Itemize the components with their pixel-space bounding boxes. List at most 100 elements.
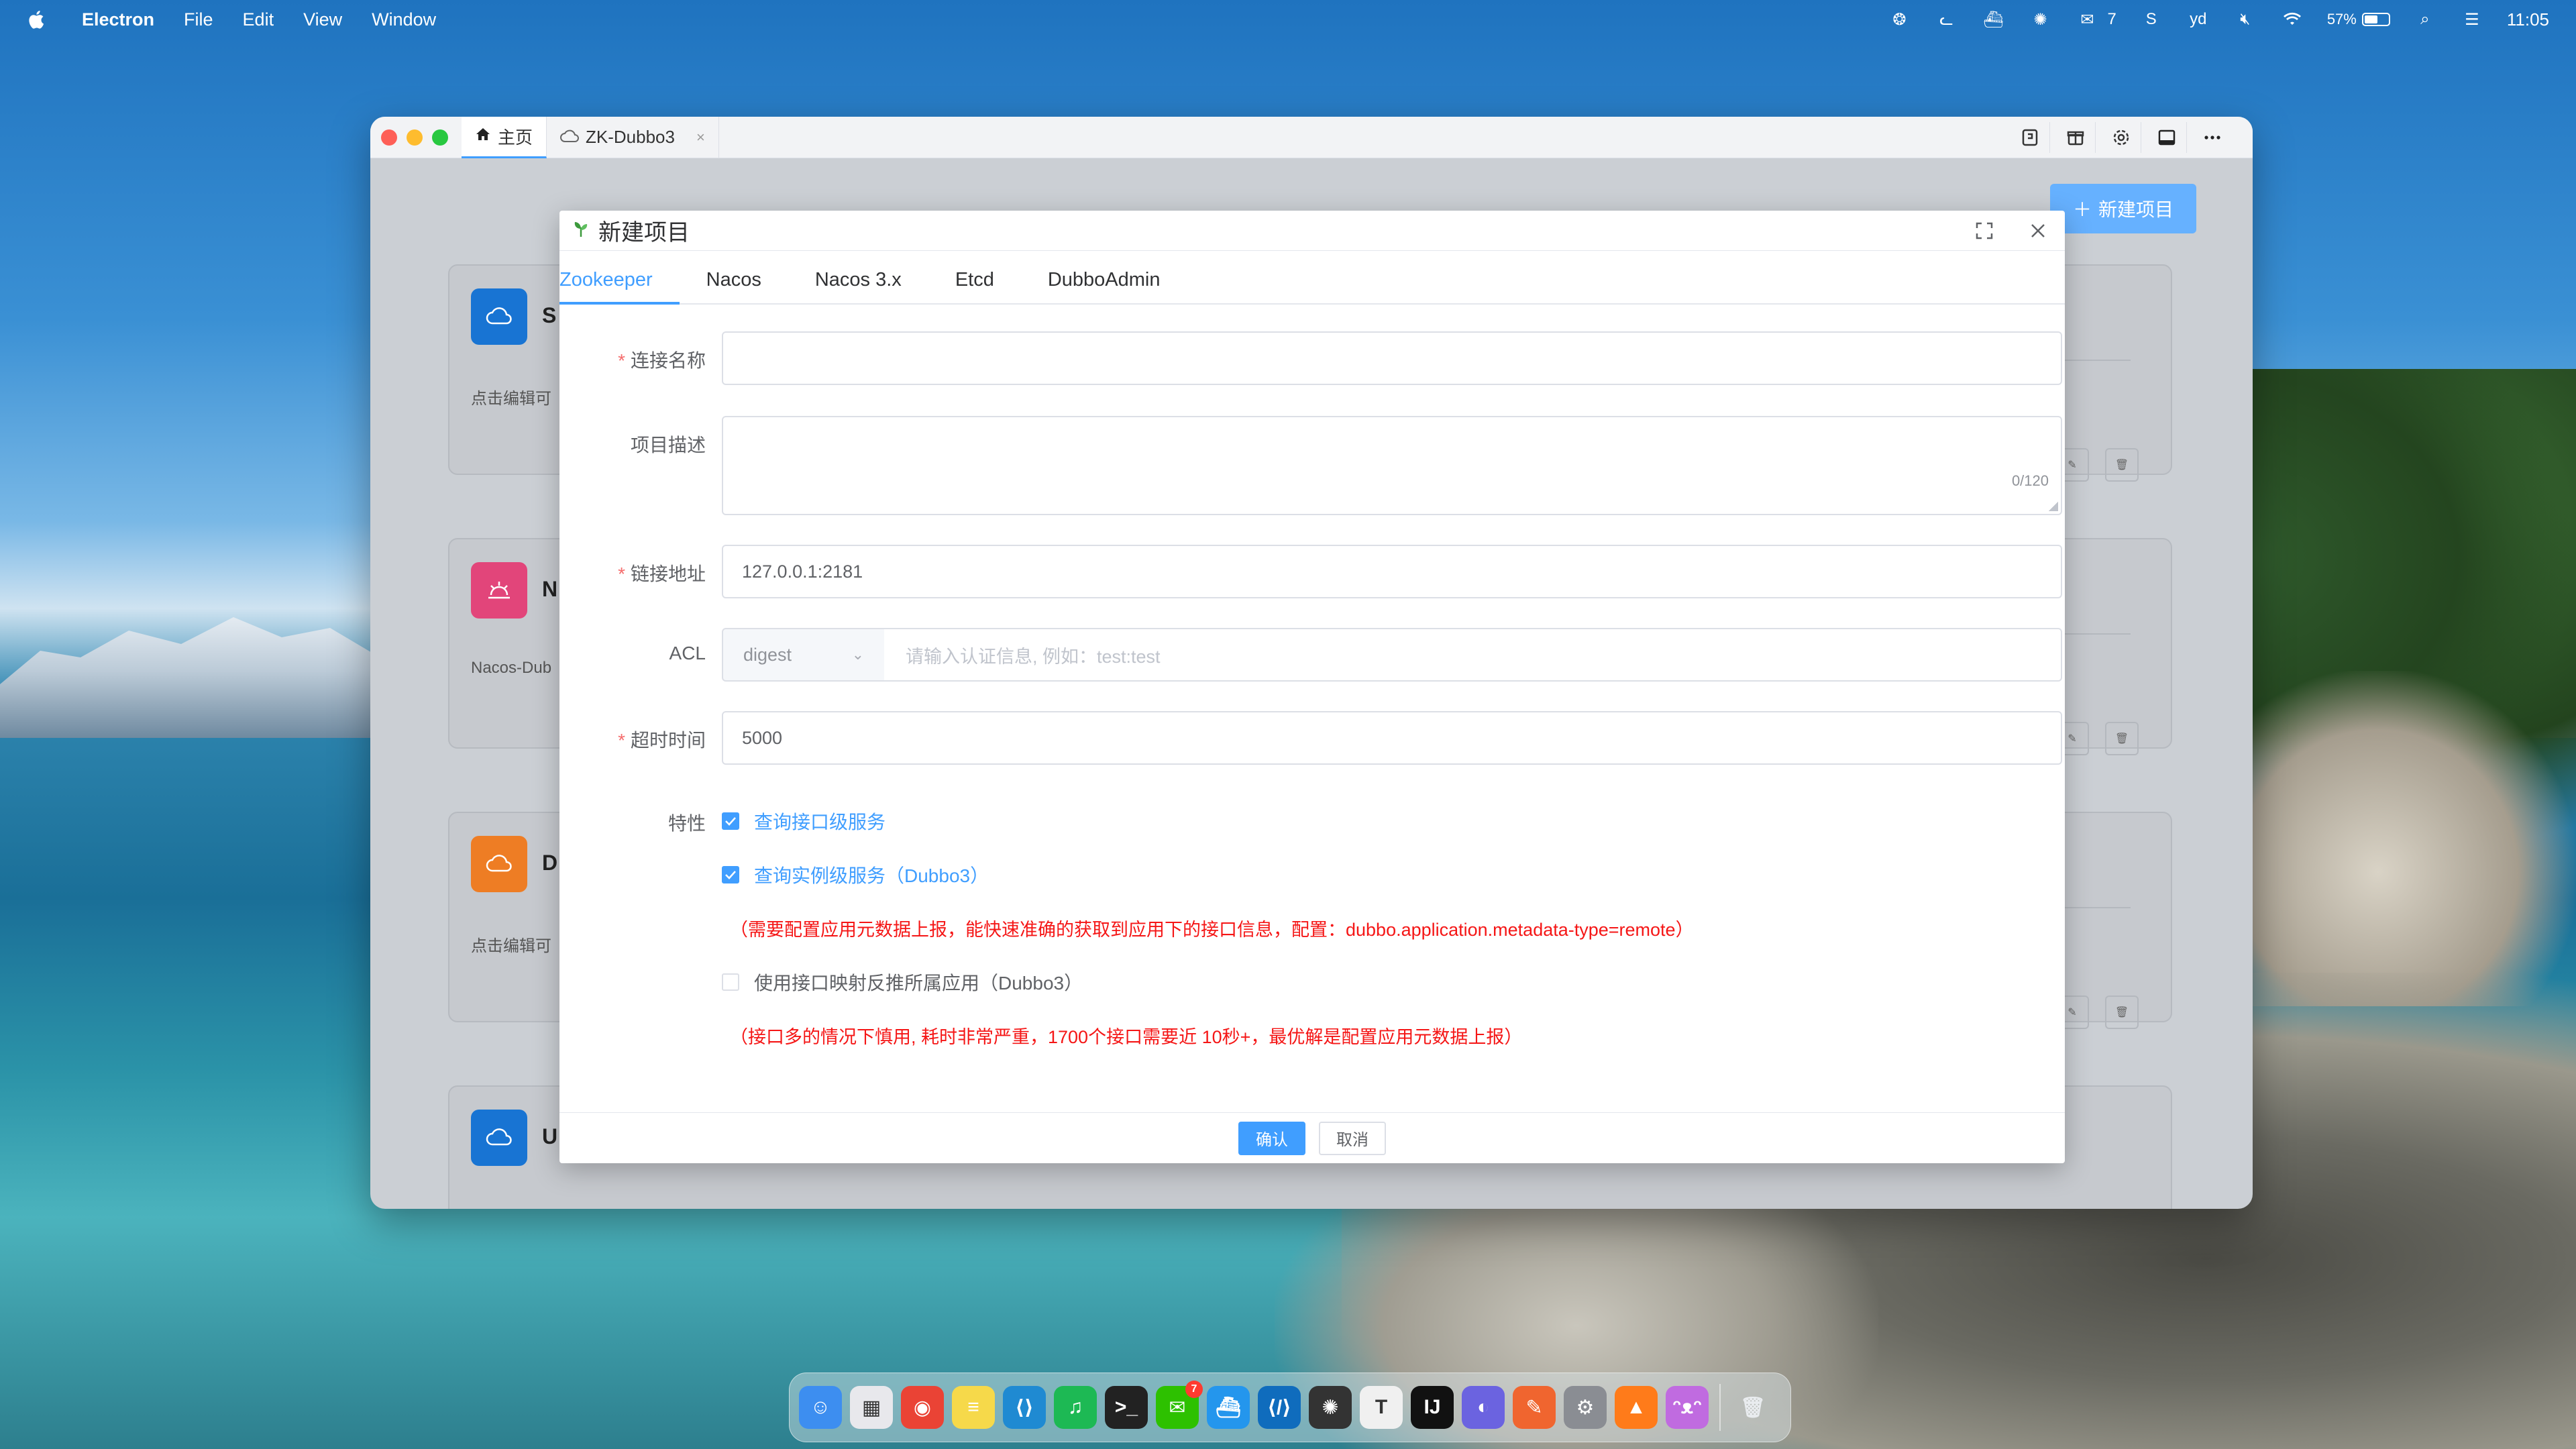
description-textarea[interactable]: 0/120: [722, 416, 2062, 515]
battery-status[interactable]: 57%: [2327, 11, 2390, 28]
checkbox-unchecked-icon[interactable]: [722, 973, 739, 991]
menu-window[interactable]: Window: [372, 9, 436, 30]
traffic-lights: [370, 129, 448, 146]
dock-proxy-icon[interactable]: ◐: [1462, 1386, 1505, 1429]
feature-instance-service[interactable]: 查询实例级服务（Dubbo3）: [722, 861, 989, 888]
checkbox-checked-icon[interactable]: [722, 866, 739, 883]
close-icon[interactable]: [2023, 216, 2053, 246]
acl-auth-input[interactable]: 请输入认证信息, 例如：test:test: [884, 628, 2062, 682]
dock-launchpad-icon[interactable]: ▦: [850, 1386, 893, 1429]
resize-handle[interactable]: [2049, 502, 2058, 511]
spotlight-icon[interactable]: ⌕: [2413, 9, 2437, 30]
clock[interactable]: 11:05: [2507, 9, 2549, 30]
card-actions: ✎ 🗑︎: [2055, 448, 2139, 482]
wifi-icon[interactable]: [2280, 9, 2304, 30]
menu-file[interactable]: File: [184, 9, 213, 30]
wallpaper-mountains-left: [0, 617, 402, 738]
registry-tabs: Zookeeper Nacos Nacos 3.x Etcd DubboAdmi…: [559, 251, 2065, 305]
connection-name-input[interactable]: [722, 331, 2062, 385]
tab-nacos[interactable]: Nacos: [680, 269, 788, 303]
dock-devtools-icon[interactable]: ⟨/⟩: [1258, 1386, 1301, 1429]
cancel-button[interactable]: 取消: [1319, 1121, 1386, 1155]
timeout-label: * 超时时间: [618, 730, 706, 751]
tab-etcd[interactable]: Etcd: [928, 269, 1021, 303]
tab-zk-dubbo3[interactable]: ZK-Dubbo3 ×: [547, 117, 719, 158]
plus-icon: ＋: [2072, 199, 2092, 220]
tab-dubboadmin[interactable]: DubboAdmin: [1021, 269, 1187, 303]
dock-chrome-icon[interactable]: ◉: [901, 1386, 944, 1429]
dock-finder-icon[interactable]: ☺: [799, 1386, 842, 1429]
feature-interface-service[interactable]: 查询接口级服务: [722, 808, 885, 835]
dock-terminal-icon[interactable]: >_: [1105, 1386, 1148, 1429]
feature-label: 使用接口映射反推所属应用（Dubbo3）: [754, 973, 1083, 994]
status-app-icon[interactable]: ❂: [1887, 9, 1911, 30]
feature-interface-mapping[interactable]: 使用接口映射反推所属应用（Dubbo3）: [722, 969, 1083, 996]
mute-icon[interactable]: 🔇︎: [2233, 9, 2257, 30]
delete-icon[interactable]: 🗑︎: [2105, 448, 2139, 482]
dock: ☺ ▦ ◉ ≡ ⟨⟩ ♫ >_ ✉ 7 ⛴ ⟨/⟩ ✺ T IJ ◐ ✎ ⚙ ▲ ᵔᴥᵔ 🗑︎: [789, 1373, 1791, 1442]
chevron-down-icon: ⌄: [851, 646, 864, 663]
dock-cat-app-icon[interactable]: ᵔᴥᵔ: [1666, 1386, 1709, 1429]
card-actions: ✎ 🗑︎: [2055, 722, 2139, 755]
dock-chatgpt-icon[interactable]: ✺: [1309, 1386, 1352, 1429]
tab-nacos-3x[interactable]: Nacos 3.x: [788, 269, 928, 303]
close-icon[interactable]: ×: [696, 129, 705, 146]
window-maximize-button[interactable]: [432, 129, 448, 146]
dock-docker-icon[interactable]: ⛴: [1207, 1386, 1250, 1429]
cloud-icon: [471, 836, 527, 892]
more-icon[interactable]: [2192, 122, 2233, 153]
window-minimize-button[interactable]: [407, 129, 423, 146]
fullscreen-icon[interactable]: [1970, 216, 1999, 246]
dock-toolbox-icon[interactable]: ▲: [1615, 1386, 1658, 1429]
docs-icon[interactable]: [2010, 121, 2050, 153]
name-label: * 连接名称: [618, 350, 706, 371]
cat-status-icon[interactable]: ᓚ: [1934, 9, 1958, 30]
tab-zookeeper[interactable]: Zookeeper: [559, 269, 680, 305]
dock-notes-icon[interactable]: ≡: [952, 1386, 995, 1429]
dock-wechat-icon[interactable]: ✉ 7: [1156, 1381, 1203, 1429]
card-title: U: [542, 1124, 558, 1148]
confirm-button[interactable]: 确认: [1238, 1121, 1305, 1155]
window-close-button[interactable]: [381, 129, 397, 146]
dock-badge: 7: [1185, 1381, 1203, 1398]
s-status-icon[interactable]: S: [2139, 9, 2163, 30]
dock-spotify-icon[interactable]: ♫: [1054, 1386, 1097, 1429]
delete-icon[interactable]: 🗑︎: [2105, 722, 2139, 755]
gift-icon[interactable]: [2055, 121, 2096, 153]
card-desc: 点击编辑可: [471, 937, 551, 955]
dock-paw-icon[interactable]: ✎: [1513, 1386, 1556, 1429]
timeout-input[interactable]: 5000: [722, 711, 2062, 765]
dock-vscode-icon[interactable]: ⟨⟩: [1003, 1386, 1046, 1429]
gear-icon[interactable]: [2101, 121, 2141, 153]
delete-icon[interactable]: 🗑︎: [2105, 996, 2139, 1029]
dock-intellij-icon[interactable]: IJ: [1411, 1386, 1454, 1429]
new-project-label: 新建项目: [2098, 199, 2174, 220]
metadata-note: （需要配置应用元数据上报，能快速准确的获取到应用下的接口信息，配置：dubbo.…: [730, 920, 1694, 940]
address-input[interactable]: 127.0.0.1:2181: [722, 545, 2062, 598]
desc-label: 项目描述: [630, 435, 706, 455]
youdao-status-icon[interactable]: yd: [2186, 9, 2210, 30]
dock-system-prefs-icon[interactable]: ⚙: [1564, 1386, 1607, 1429]
new-project-button[interactable]: ＋ 新建项目: [2050, 184, 2196, 233]
docker-status-icon[interactable]: ⛴: [1981, 9, 2005, 30]
dock-trash-icon[interactable]: 🗑︎: [1731, 1386, 1774, 1429]
tab-label: 主页: [498, 127, 533, 148]
cloud-icon: [471, 1110, 527, 1166]
card-title: N: [542, 577, 558, 601]
checkbox-checked-icon[interactable]: [722, 812, 739, 830]
wechat-status-icon[interactable]: ✉: [2075, 9, 2099, 30]
apple-icon[interactable]: [27, 9, 46, 30]
dock-separator: [1719, 1384, 1721, 1431]
control-center-icon[interactable]: ☰: [2460, 9, 2484, 30]
layout-icon[interactable]: [2147, 121, 2187, 153]
battery-percent: 57%: [2326, 11, 2357, 28]
openai-status-icon[interactable]: ✺: [2028, 9, 2052, 30]
dock-typora-icon[interactable]: T: [1360, 1386, 1403, 1429]
app-name[interactable]: Electron: [82, 9, 154, 30]
menu-edit[interactable]: Edit: [243, 9, 274, 30]
menu-view[interactable]: View: [303, 9, 342, 30]
tab-home[interactable]: 主页: [462, 117, 547, 158]
acl-scheme-select[interactable]: digest ⌄: [722, 628, 885, 682]
address-label: * 链接地址: [618, 564, 706, 584]
dialog-footer: 确认 取消: [559, 1112, 2065, 1163]
